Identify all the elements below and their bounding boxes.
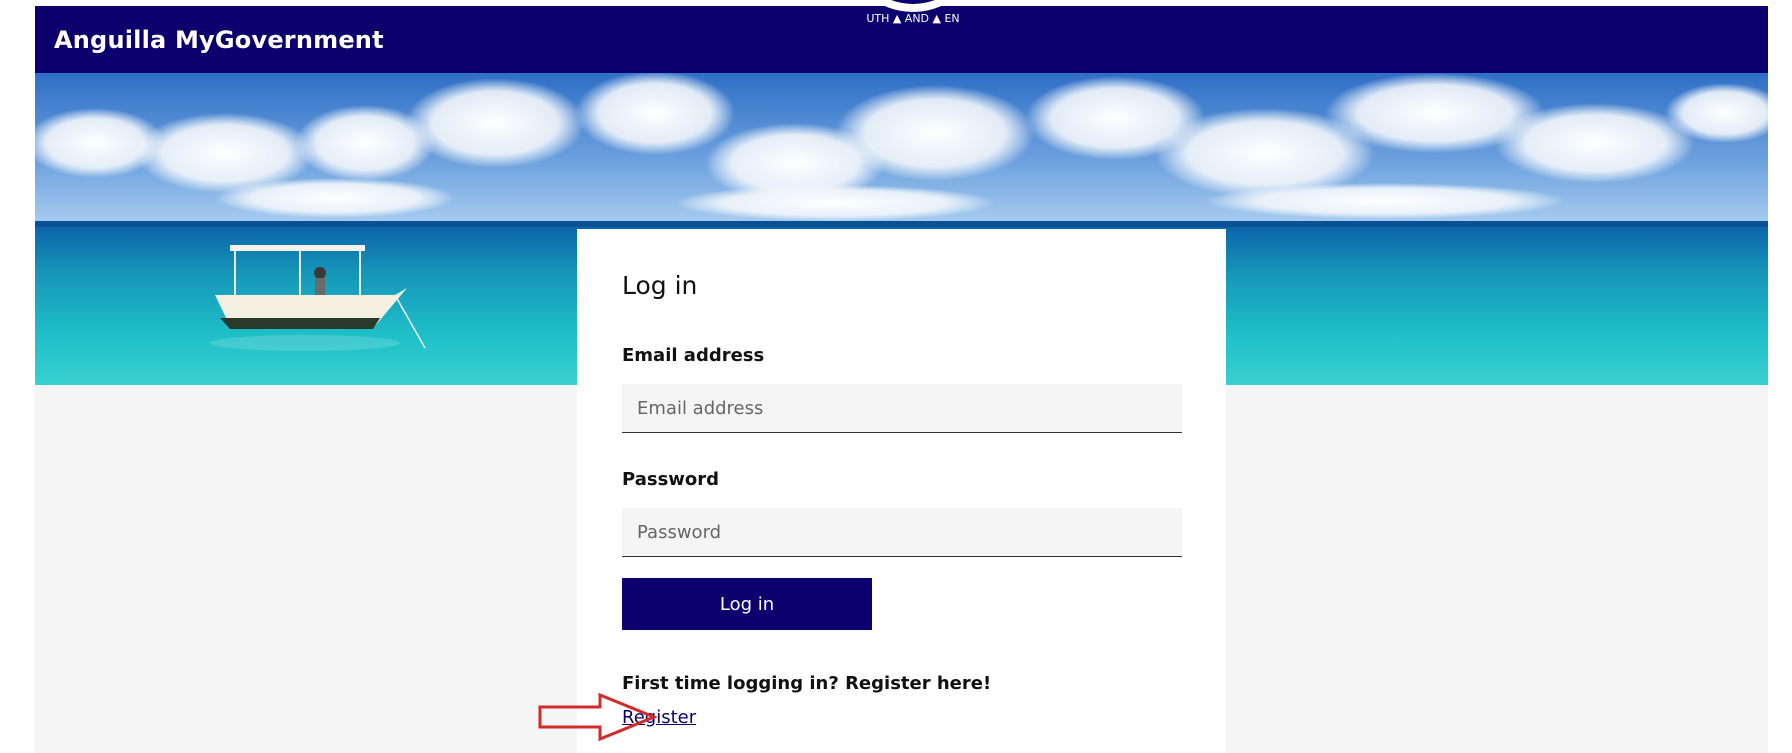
seal-text: UTH ▲ AND ▲ EN bbox=[866, 12, 959, 25]
login-card: Log in Email address Password Log in Fir… bbox=[577, 229, 1226, 753]
login-title: Log in bbox=[622, 271, 698, 300]
email-label: Email address bbox=[622, 345, 765, 366]
government-seal-icon: UTH ▲ AND ▲ EN bbox=[866, 0, 960, 25]
email-input[interactable] bbox=[622, 384, 1182, 433]
register-prompt: First time logging in? Register here! bbox=[622, 673, 992, 694]
password-label: Password bbox=[622, 469, 720, 490]
login-button[interactable]: Log in bbox=[622, 578, 872, 630]
password-input[interactable] bbox=[622, 508, 1182, 557]
annotation-arrow-icon bbox=[538, 692, 658, 742]
app-title: Anguilla MyGovernment bbox=[54, 26, 384, 54]
page-root: Anguilla MyGovernment UTH ▲ AND ▲ EN Log… bbox=[35, 0, 1768, 753]
